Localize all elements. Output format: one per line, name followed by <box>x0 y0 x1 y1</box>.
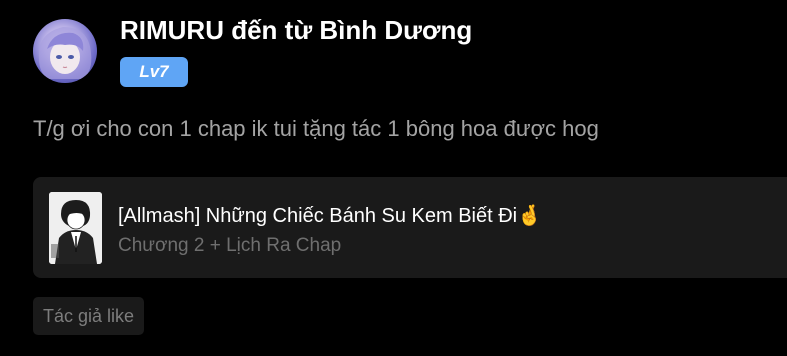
avatar[interactable] <box>33 19 97 83</box>
author-like-tag: Tác giả like <box>33 297 145 335</box>
author-like-label: Tác giả like <box>43 305 135 326</box>
author-name[interactable]: RIMURU đến từ Bình Dương <box>120 15 472 46</box>
story-title: [Allmash] Những Chiếc Bánh Su Kem Biết Đ… <box>118 205 543 227</box>
story-link-card[interactable]: [Allmash] Những Chiếc Bánh Su Kem Biết Đ… <box>33 177 787 278</box>
comment-text: T/g ơi cho con 1 chap ik tui tặng tác 1 … <box>33 116 599 141</box>
level-label: Lv7 <box>139 62 169 81</box>
level-badge: Lv7 <box>120 57 188 87</box>
story-chapter: Chương 2 + Lịch Ra Chap <box>118 235 342 256</box>
story-cover <box>49 192 102 264</box>
avatar-anime-girl-icon <box>38 27 92 79</box>
manga-cover-icon <box>49 192 102 264</box>
